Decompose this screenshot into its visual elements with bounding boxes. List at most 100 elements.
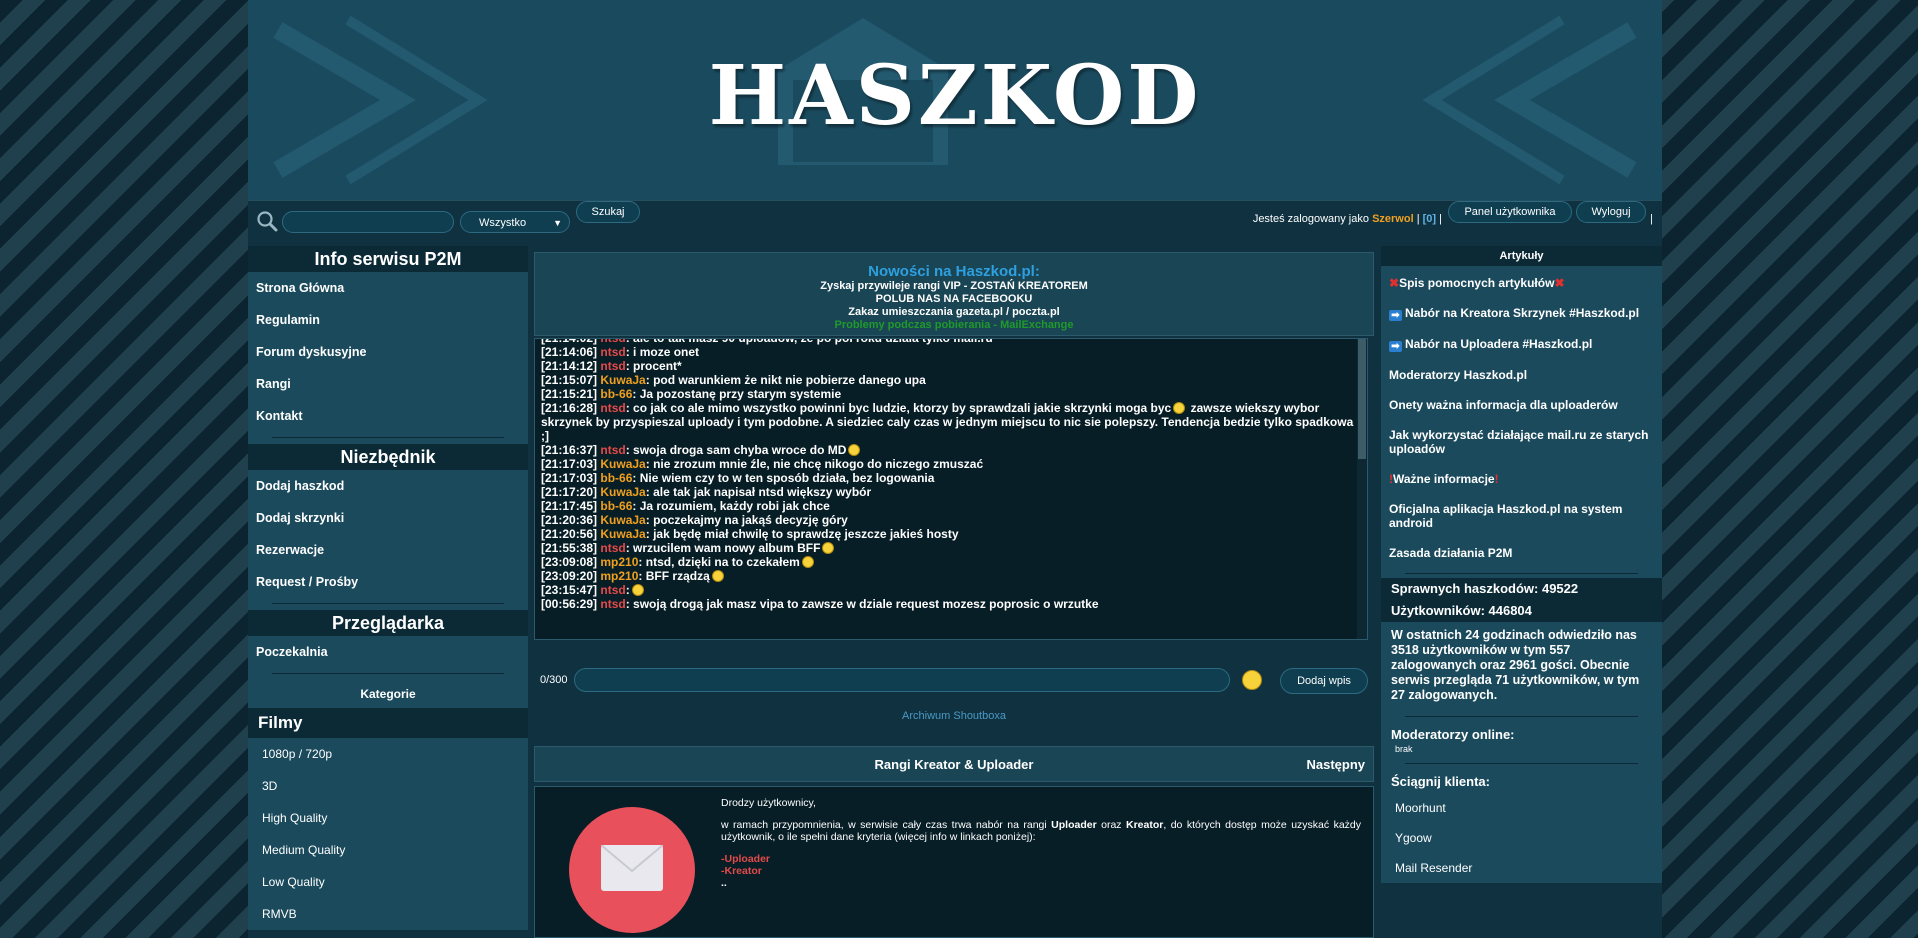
shoutbox[interactable]: [21:14:02] ntsd: ale to tak masz 90 uplo… — [534, 338, 1368, 640]
logout-button[interactable]: Wyloguj — [1576, 201, 1646, 223]
search-input[interactable] — [282, 211, 454, 233]
films-heading[interactable]: Filmy — [248, 708, 528, 738]
divider — [248, 598, 528, 610]
scrollbar-thumb[interactable] — [1358, 339, 1366, 459]
category-1080p[interactable]: 1080p / 720p — [248, 738, 528, 770]
nav-forum[interactable]: Forum dyskusyjne — [248, 336, 528, 368]
article-onety[interactable]: Onety ważna informacja dla uploaderów — [1381, 390, 1662, 420]
page-container: HASZKOD Wszystko ▼ Szukaj Jesteś zalogow… — [248, 0, 1662, 938]
login-status: Jesteś zalogowany jako Szerwol | [0] | — [1253, 213, 1442, 225]
message-nick[interactable]: KuwaJa — [600, 457, 645, 471]
add-entry-button[interactable]: Dodaj wpis — [1280, 668, 1368, 694]
message-nick[interactable]: bb-66 — [600, 387, 632, 401]
cross-icon: ✖ — [1389, 276, 1400, 290]
message-nick[interactable]: ntsd — [600, 541, 625, 555]
message-nick[interactable]: ntsd — [600, 339, 625, 345]
message-nick[interactable]: ntsd — [600, 401, 625, 415]
shout-message: [21:17:03] bb-66: Nie wiem czy to w ten … — [541, 471, 1361, 485]
download-ygoow[interactable]: Ygoow — [1381, 823, 1662, 853]
message-nick[interactable]: KuwaJa — [600, 527, 645, 541]
message-text: : swoją drogą jak masz vipa to zawsze w … — [625, 597, 1099, 611]
message-nick[interactable]: bb-66 — [600, 499, 632, 513]
nav-strona-glowna[interactable]: Strona Główna — [248, 272, 528, 304]
post-greeting: Drodzy użytkownicy, — [721, 797, 816, 809]
divider — [1381, 711, 1662, 721]
shout-input[interactable] — [574, 668, 1230, 692]
search-button[interactable]: Szukaj — [576, 201, 640, 223]
smiley-icon[interactable] — [1242, 670, 1262, 690]
news-link-mailexchange[interactable]: Problemy podczas pobierania - MailExchan… — [535, 319, 1373, 332]
search-icon[interactable] — [256, 210, 278, 232]
message-nick[interactable]: ntsd — [600, 583, 625, 597]
char-counter: 0/300 — [540, 674, 568, 686]
message-nick[interactable]: KuwaJa — [600, 485, 645, 499]
message-nick[interactable]: KuwaJa — [600, 513, 645, 527]
article-p2m[interactable]: Zasada działania P2M — [1381, 538, 1662, 568]
message-nick[interactable]: KuwaJa — [600, 373, 645, 387]
nav-rangi[interactable]: Rangi — [248, 368, 528, 400]
download-mail-resender[interactable]: Mail Resender — [1381, 853, 1662, 883]
messages-count-link[interactable]: [0] — [1423, 213, 1436, 225]
category-medium-quality[interactable]: Medium Quality — [248, 834, 528, 866]
download-moorhunt[interactable]: Moorhunt — [1381, 793, 1662, 823]
shoutbox-archive-link[interactable]: Archiwum Shoutboxa — [534, 710, 1374, 722]
left-sidebar: Info serwisu P2M Strona Główna Regulamin… — [248, 246, 528, 938]
message-nick[interactable]: ntsd — [600, 597, 625, 611]
category-select[interactable]: Wszystko ▼ — [460, 211, 570, 233]
article-moderatorzy[interactable]: Moderatorzy Haszkod.pl — [1381, 360, 1662, 390]
shout-message: [21:14:12] ntsd: procent* — [541, 359, 1361, 373]
news-link-vip[interactable]: Zyskaj przywileje rangi VIP - ZOSTAŃ KRE… — [535, 280, 1373, 293]
message-nick[interactable]: ntsd — [600, 345, 625, 359]
category-rmvb[interactable]: RMVB — [248, 898, 528, 930]
shoutbox-scrollbar[interactable] — [1357, 339, 1367, 639]
kreator-link[interactable]: -Kreator — [721, 865, 1361, 877]
nav-rezerwacje[interactable]: Rezerwacje — [248, 534, 528, 566]
divider — [248, 668, 528, 680]
article-wazne[interactable]: !Ważne informacje! — [1381, 464, 1662, 494]
category-low-quality[interactable]: Low Quality — [248, 866, 528, 898]
message-time: [21:17:45] — [541, 499, 601, 513]
nav-regulamin[interactable]: Regulamin — [248, 304, 528, 336]
shout-message: [21:15:21] bb-66: Ja pozostanę przy star… — [541, 387, 1361, 401]
right-sidebar: Artykuły ✖Spis pomocnych artykułów✖ ➡ Nab… — [1381, 246, 1662, 938]
message-time: [23:15:47] — [541, 583, 601, 597]
next-post-link[interactable]: Następny — [1306, 757, 1365, 772]
message-nick[interactable]: bb-66 — [600, 471, 632, 485]
message-nick[interactable]: ntsd — [600, 359, 625, 373]
nav-kontakt[interactable]: Kontakt — [248, 400, 528, 432]
message-time: [21:14:06] — [541, 345, 601, 359]
news-box: Nowości na Haszkod.pl: Zyskaj przywileje… — [534, 252, 1374, 336]
nav-dodaj-haszkod[interactable]: Dodaj haszkod — [248, 470, 528, 502]
message-time: [21:14:02] — [541, 338, 601, 345]
nav-poczekalnia[interactable]: Poczekalnia — [248, 636, 528, 668]
visits-text: W ostatnich 24 godzinach odwiedziło nas … — [1381, 622, 1662, 711]
message-nick[interactable]: mp210 — [600, 569, 638, 583]
message-nick[interactable]: mp210 — [600, 555, 638, 569]
nav-request[interactable]: Request / Prośby — [248, 566, 528, 598]
message-nick[interactable]: ntsd — [600, 443, 625, 457]
category-high-quality[interactable]: High Quality — [248, 802, 528, 834]
separator: | — [1416, 213, 1420, 225]
message-time: [21:15:07] — [541, 373, 601, 387]
user-panel-button[interactable]: Panel użytkownika — [1448, 201, 1572, 223]
message-time: [21:17:03] — [541, 457, 601, 471]
news-link-facebook[interactable]: POLUB NAS NA FACEBOOKU — [535, 293, 1373, 306]
uploader-link[interactable]: -Uploader — [721, 853, 1361, 865]
message-time: [21:14:12] — [541, 359, 601, 373]
arrow-right-icon: ➡ — [1389, 341, 1402, 352]
category-3d[interactable]: 3D — [248, 770, 528, 802]
username-link[interactable]: Szerwol — [1372, 213, 1414, 225]
article-nabor-uploadera[interactable]: ➡ Nabór na Uploadera #Haszkod.pl — [1381, 329, 1662, 360]
site-logo[interactable]: HASZKOD — [248, 48, 1662, 144]
article-android[interactable]: Oficjalna aplikacja Haszkod.pl na system… — [1381, 494, 1662, 538]
shout-message: [21:15:07] KuwaJa: pod warunkiem że nikt… — [541, 373, 1361, 387]
nav-dodaj-skrzynki[interactable]: Dodaj skrzynki — [248, 502, 528, 534]
article-mail-ru[interactable]: Jak wykorzystać działające mail.ru ze st… — [1381, 420, 1662, 464]
article-spis[interactable]: ✖Spis pomocnych artykułów✖ — [1381, 266, 1662, 298]
article-nabor-kreatora[interactable]: ➡ Nabór na Kreatora Skrzynek #Haszkod.pl — [1381, 298, 1662, 329]
message-time: [21:15:21] — [541, 387, 601, 401]
message-text: : ale tak jak napisał ntsd większy wybór — [645, 485, 872, 499]
post-title[interactable]: Rangi Kreator & Uploader — [535, 757, 1373, 772]
smile-emoji-icon — [631, 584, 644, 596]
envelope-icon — [601, 845, 663, 891]
